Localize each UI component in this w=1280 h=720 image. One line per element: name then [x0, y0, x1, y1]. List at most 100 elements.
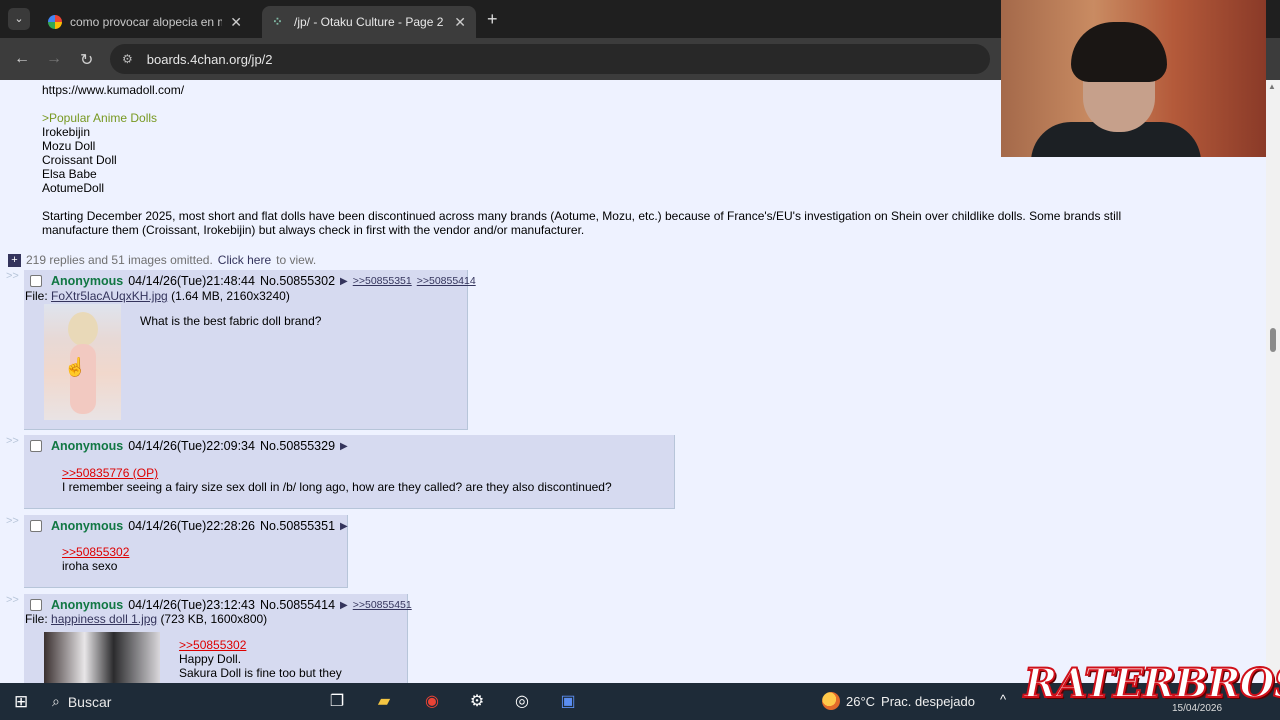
reload-icon[interactable]: ↻	[80, 50, 93, 70]
poster-name: Anonymous	[51, 519, 124, 533]
poster-name: Anonymous	[51, 439, 124, 453]
post-thumbnail-image[interactable]	[44, 632, 160, 683]
quote-link-container: >>50855302	[62, 545, 129, 560]
post-datetime: 04/14/26(Tue)22:28:26	[128, 519, 255, 533]
post-datetime: 04/14/26(Tue)21:48:44	[128, 274, 255, 288]
post-number[interactable]: No.50855351	[260, 519, 335, 533]
backlink[interactable]: >>50855414	[417, 275, 476, 287]
backlink[interactable]: >>50855451	[353, 599, 412, 611]
post-menu-arrow-icon[interactable]: ▶	[340, 276, 348, 287]
backlink[interactable]: >>50855351	[353, 275, 412, 287]
to-view-text: to view.	[276, 253, 317, 267]
new-tab-button[interactable]: +	[487, 9, 498, 30]
tab-google-search[interactable]: como provocar alopecia en mi a ✕	[38, 6, 252, 38]
brand-item: Elsa Babe	[42, 167, 97, 181]
taskbar-search-text: Buscar	[67, 693, 112, 710]
weather-condition: Prac. despejado	[881, 693, 975, 709]
op-paragraph-line: manufacture them (Croissant, Irokebijin)…	[42, 223, 585, 237]
reply-post: Anonymous 04/14/26(Tue)23:12:43 No.50855…	[24, 594, 412, 683]
page-scrollbar[interactable]: ▲ ▼	[1266, 80, 1280, 683]
op-link[interactable]: https://www.kumadoll.com/	[42, 83, 184, 97]
op-paragraph-line: Starting December 2025, most short and f…	[42, 209, 1122, 223]
reply-post: Anonymous 04/14/26(Tue)22:28:26 No.50855…	[24, 515, 348, 588]
post-info: Anonymous 04/14/26(Tue)22:28:26 No.50855…	[30, 519, 348, 533]
side-arrows: >>	[6, 515, 19, 527]
close-icon[interactable]: ✕	[230, 14, 242, 31]
file-explorer-icon[interactable]: ▰	[373, 691, 395, 713]
file-link[interactable]: FoXtr5lacAUqxKH.jpg	[51, 289, 168, 303]
post-message: I remember seeing a fairy size sex doll …	[62, 480, 612, 494]
post-menu-arrow-icon[interactable]: ▶	[340, 600, 348, 611]
hand-cursor-icon: ☝	[64, 357, 87, 377]
poster-name: Anonymous	[51, 598, 124, 612]
webcam-overlay	[1001, 0, 1266, 157]
forward-arrow-icon[interactable]: →	[46, 50, 62, 68]
tab-search-menu-button[interactable]: ⌄	[8, 8, 30, 30]
post-checkbox[interactable]	[30, 440, 42, 452]
app-icon[interactable]: ▣	[557, 691, 579, 713]
reply-post: Anonymous 04/14/26(Tue)21:48:44 No.50855…	[24, 270, 476, 430]
weather-sun-icon	[822, 692, 840, 710]
post-menu-arrow-icon[interactable]: ▶	[340, 441, 348, 452]
google-g-icon	[48, 15, 62, 29]
quote-link[interactable]: >>50855302	[62, 545, 129, 559]
tab-title: /jp/ - Otaku Culture - Page 2 - 4	[294, 15, 447, 29]
post-message-line: Happy Doll.	[179, 652, 242, 666]
url-text: boards.4chan.org/jp/2	[146, 51, 273, 67]
address-bar[interactable]: ⚙ boards.4chan.org/jp/2	[110, 44, 990, 74]
taskbar-search[interactable]: ⌕ Buscar	[52, 689, 292, 714]
post-checkbox[interactable]	[30, 275, 42, 287]
greentext-heading: >Popular Anime Dolls	[42, 111, 158, 125]
side-arrows: >>	[6, 594, 19, 606]
side-arrows: >>	[6, 435, 19, 447]
post-number[interactable]: No.50855302	[260, 274, 335, 288]
post-message: What is the best fabric doll brand?	[140, 314, 322, 328]
file-label: File:	[25, 289, 48, 303]
windows-start-icon[interactable]: ⊞	[14, 692, 28, 712]
tray-chevron-up-icon[interactable]: ^	[1000, 692, 1006, 707]
raterbrosz-logo: RATERBROSZ	[1023, 659, 1280, 710]
file-meta: (723 KB, 1600x800)	[160, 612, 268, 626]
scrollbar-thumb[interactable]	[1270, 328, 1276, 352]
webcam-person-hair	[1071, 22, 1167, 82]
temperature: 26°C	[846, 693, 876, 709]
doll-figure-body	[70, 344, 96, 414]
post-message-line: Sakura Doll is fine too but they	[179, 666, 342, 680]
close-icon[interactable]: ✕	[454, 14, 466, 31]
expand-plus-icon[interactable]: +	[8, 253, 21, 267]
post-checkbox[interactable]	[30, 520, 42, 532]
tab-jp-board[interactable]: ⁘ /jp/ - Otaku Culture - Page 2 - 4 ✕	[262, 6, 476, 38]
post-message: iroha sexo	[62, 559, 118, 573]
brand-item: Irokebijin	[42, 125, 91, 139]
brand-item: Croissant Doll	[42, 153, 117, 167]
site-info-icon[interactable]: ⚙	[122, 52, 133, 66]
file-info: File: happiness doll 1.jpg (723 KB, 1600…	[25, 612, 267, 626]
post-datetime: 04/14/26(Tue)22:09:34	[128, 439, 255, 453]
post-info: Anonymous 04/14/26(Tue)23:12:43 No.50855…	[30, 598, 412, 612]
back-arrow-icon[interactable]: ←	[14, 50, 30, 68]
omitted-notice: + 219 replies and 51 images omitted. Cli…	[8, 253, 316, 267]
brand-item: Mozu Doll	[42, 139, 96, 153]
weather-widget[interactable]: 26°C Prac. despejado	[822, 692, 975, 710]
post-checkbox[interactable]	[30, 599, 42, 611]
file-link[interactable]: happiness doll 1.jpg	[51, 612, 157, 626]
4chan-clover-icon: ⁘	[272, 14, 283, 29]
post-info: Anonymous 04/14/26(Tue)22:09:34 No.50855…	[30, 439, 348, 453]
post-number[interactable]: No.50855414	[260, 598, 335, 612]
chrome-icon[interactable]: ◉	[421, 691, 443, 713]
quote-link[interactable]: >>50835776 (OP)	[62, 466, 158, 480]
quote-link[interactable]: >>50855302	[179, 638, 246, 652]
file-info: File: FoXtr5lacAUqxKH.jpg (1.64 MB, 2160…	[25, 289, 290, 303]
scroll-up-arrow-icon[interactable]: ▲	[1268, 82, 1276, 91]
post-number[interactable]: No.50855329	[260, 439, 335, 453]
doll-figure-head	[68, 312, 98, 346]
obs-icon[interactable]: ◎	[511, 691, 533, 713]
logo-text: RATERBROSZ	[1023, 659, 1280, 708]
side-arrows: >>	[6, 270, 19, 282]
post-menu-arrow-icon[interactable]: ▶	[340, 521, 348, 532]
quote-link-container: >>50855302	[179, 638, 246, 653]
settings-gear-icon[interactable]: ⚙	[466, 691, 488, 713]
quote-link-container: >>50835776 (OP)	[62, 466, 158, 481]
task-view-icon[interactable]: ❐	[326, 691, 348, 713]
click-here-link[interactable]: Click here	[218, 253, 271, 267]
